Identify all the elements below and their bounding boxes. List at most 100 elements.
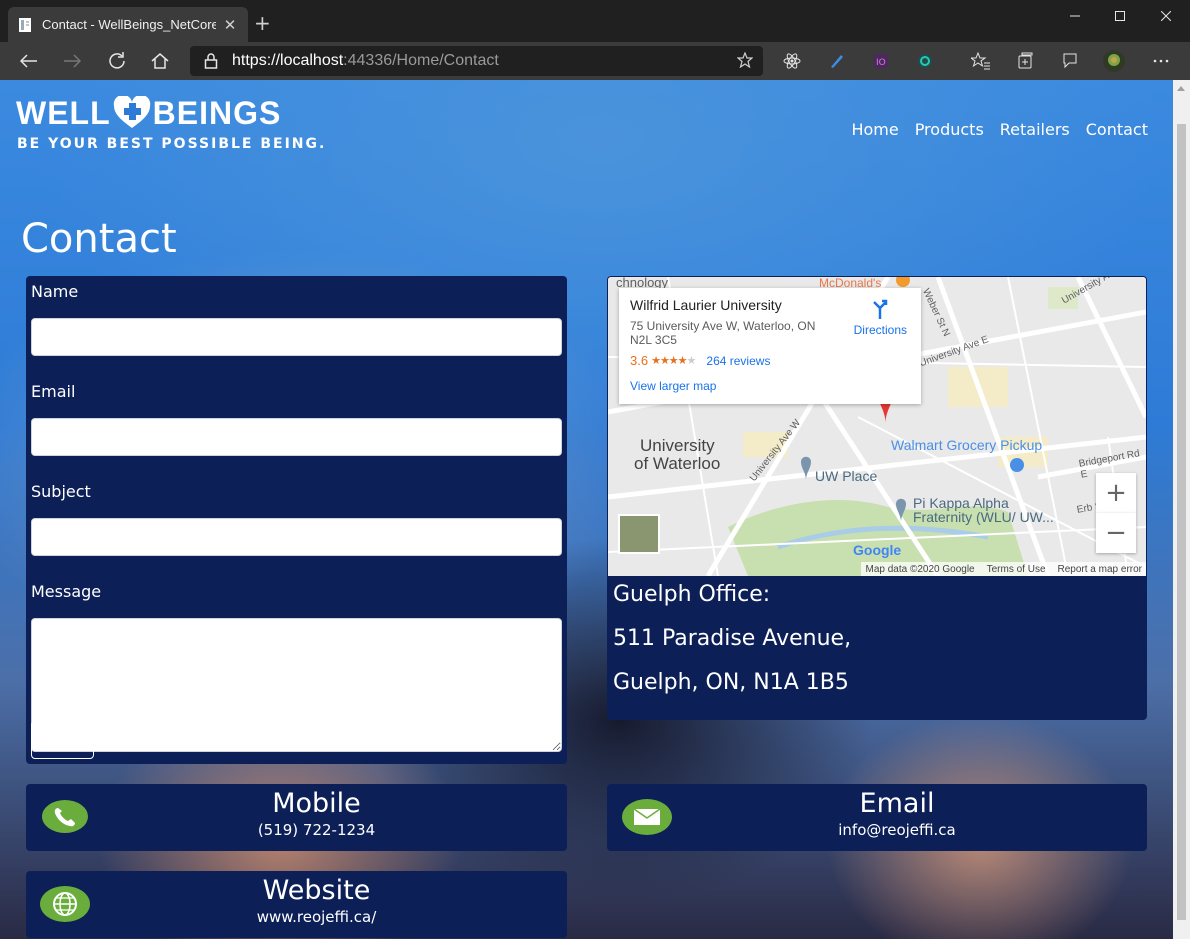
mobile-title: Mobile: [272, 788, 361, 819]
mobile-card: Mobile (519) 722-1234: [26, 784, 567, 851]
map-footer: Map data ©2020 Google Terms of Use Repor…: [861, 562, 1146, 576]
refresh-icon: [109, 52, 125, 69]
map-label-uw-place: UW Place: [815, 468, 878, 484]
maximize-button[interactable]: [1097, 0, 1143, 32]
office-address-line2: Guelph, ON, N1A 1B5: [613, 670, 849, 695]
name-label: Name: [31, 282, 79, 301]
reviews-link[interactable]: 264 reviews: [706, 354, 770, 368]
website-value[interactable]: www.reojeffi.ca/: [26, 908, 567, 926]
place-address: 75 University Ave W, Waterloo, ON N2L 3C…: [630, 319, 816, 347]
place-card: Wilfrid Laurier University 75 University…: [619, 288, 921, 404]
subject-field[interactable]: [31, 518, 562, 556]
profile-button[interactable]: [1101, 48, 1127, 74]
favorite-star-icon[interactable]: [737, 52, 753, 68]
name-field[interactable]: [31, 318, 562, 356]
website-card: Website www.reojeffi.ca/: [26, 871, 567, 938]
main-nav: Home Products Retailers Contact: [851, 120, 1148, 139]
email-title: Email: [859, 788, 935, 819]
place-rating: 3.6 ★★★★★ 264 reviews: [630, 353, 910, 368]
forward-button[interactable]: [59, 48, 85, 74]
tab-title: Contact - WellBeings_NetCoreAp: [42, 17, 216, 32]
svg-text:IO: IO: [876, 58, 886, 68]
atom-icon: [783, 53, 801, 69]
collections-button[interactable]: [1012, 48, 1038, 74]
lock-icon: [204, 53, 218, 69]
directions-icon: [873, 299, 888, 319]
feedback-button[interactable]: [1057, 48, 1083, 74]
browser-titlebar: Contact - WellBeings_NetCoreAp ✕ +: [0, 0, 1190, 42]
page-title: Contact: [21, 216, 177, 262]
back-arrow-icon: [20, 54, 37, 68]
new-tab-button[interactable]: +: [254, 13, 271, 33]
ellipsis-icon: [1153, 59, 1169, 63]
send-button[interactable]: Send: [31, 721, 94, 759]
message-field[interactable]: [31, 618, 562, 752]
extension-react-button[interactable]: [779, 48, 805, 74]
url-host: https://localhost: [232, 52, 344, 69]
zoom-in-button[interactable]: +: [1096, 473, 1136, 513]
rating-stars-icon: ★★★★★: [651, 355, 696, 367]
email-card: Email info@reojeffi.ca: [607, 784, 1147, 851]
email-field[interactable]: [31, 418, 562, 456]
map-label-walmart: Walmart Grocery Pickup: [891, 437, 1043, 453]
feedback-icon: [1063, 53, 1077, 69]
view-larger-map-link[interactable]: View larger map: [630, 379, 910, 393]
map-label-fraternity: Fraternity (WLU/ UW...: [913, 509, 1054, 525]
minimize-button[interactable]: [1052, 0, 1098, 32]
more-menu-button[interactable]: [1148, 48, 1174, 74]
map-data-credit: Map data ©2020 Google: [865, 563, 975, 575]
map-label-of-waterloo: of Waterloo: [634, 454, 721, 473]
website-title: Website: [262, 875, 371, 906]
directions-label: Directions: [853, 323, 907, 337]
nav-retailers[interactable]: Retailers: [1000, 120, 1070, 139]
logo-word-left: WELL: [16, 95, 111, 131]
tab-close-button[interactable]: ✕: [222, 16, 238, 34]
nav-contact[interactable]: Contact: [1086, 120, 1148, 139]
mobile-value: (519) 722-1234: [257, 821, 376, 839]
contact-form: Name Email Subject Message Send: [26, 276, 567, 764]
home-icon: [151, 53, 169, 69]
rating-score: 3.6: [630, 353, 649, 368]
google-map[interactable]: chnology McDonald's University of Waterl…: [608, 277, 1146, 576]
extension-pen-button[interactable]: [824, 48, 850, 74]
io-icon: IO: [874, 54, 888, 68]
refresh-button[interactable]: [104, 48, 130, 74]
nav-home[interactable]: Home: [851, 120, 898, 139]
favorites-list-icon: [971, 52, 990, 70]
terms-link[interactable]: Terms of Use: [987, 564, 1046, 575]
page-scrollbar[interactable]: [1173, 80, 1190, 939]
page-icon: [19, 17, 31, 32]
map-panel: chnology McDonald's University of Waterl…: [607, 276, 1147, 720]
back-button[interactable]: [16, 48, 42, 74]
map-label-university: University: [640, 436, 715, 455]
collections-icon: [1018, 52, 1033, 69]
forward-arrow-icon: [64, 54, 81, 68]
office-address-line1: 511 Paradise Avenue,: [613, 626, 852, 651]
email-label: Email: [31, 382, 76, 401]
url-path: :44336/Home/Contact: [343, 52, 499, 69]
message-label: Message: [31, 582, 102, 601]
home-button[interactable]: [147, 48, 173, 74]
zoom-out-button[interactable]: −: [1096, 513, 1136, 553]
logo-word-right: BEINGS: [152, 95, 282, 131]
favorites-button[interactable]: [968, 48, 994, 74]
email-value[interactable]: info@reojeffi.ca: [607, 821, 1147, 839]
subject-label: Subject: [31, 482, 91, 501]
browser-toolbar: https://localhost:44336/Home/Contact IO: [0, 42, 1190, 80]
address-bar[interactable]: https://localhost:44336/Home/Contact: [190, 46, 763, 76]
site-logo[interactable]: WELL BEINGS BE YOUR BEST POSSIBLE BEING.: [16, 96, 326, 152]
extension-circle-button[interactable]: [912, 48, 938, 74]
browser-tab[interactable]: Contact - WellBeings_NetCoreAp ✕: [8, 7, 248, 42]
close-window-button[interactable]: [1143, 0, 1189, 32]
nav-products[interactable]: Products: [915, 120, 984, 139]
scroll-up-arrow-icon[interactable]: [1177, 86, 1185, 91]
report-error-link[interactable]: Report a map error: [1058, 564, 1142, 575]
heart-cross-icon: [113, 96, 150, 128]
page-viewport: WELL BEINGS BE YOUR BEST POSSIBLE BEING.…: [0, 80, 1173, 939]
scrollbar-thumb[interactable]: [1177, 124, 1186, 920]
office-heading: Guelph Office:: [613, 582, 771, 607]
circle-icon: [918, 54, 932, 68]
directions-button[interactable]: Directions: [854, 298, 907, 337]
extension-io-button[interactable]: IO: [868, 48, 894, 74]
maximize-icon: [1115, 11, 1125, 21]
